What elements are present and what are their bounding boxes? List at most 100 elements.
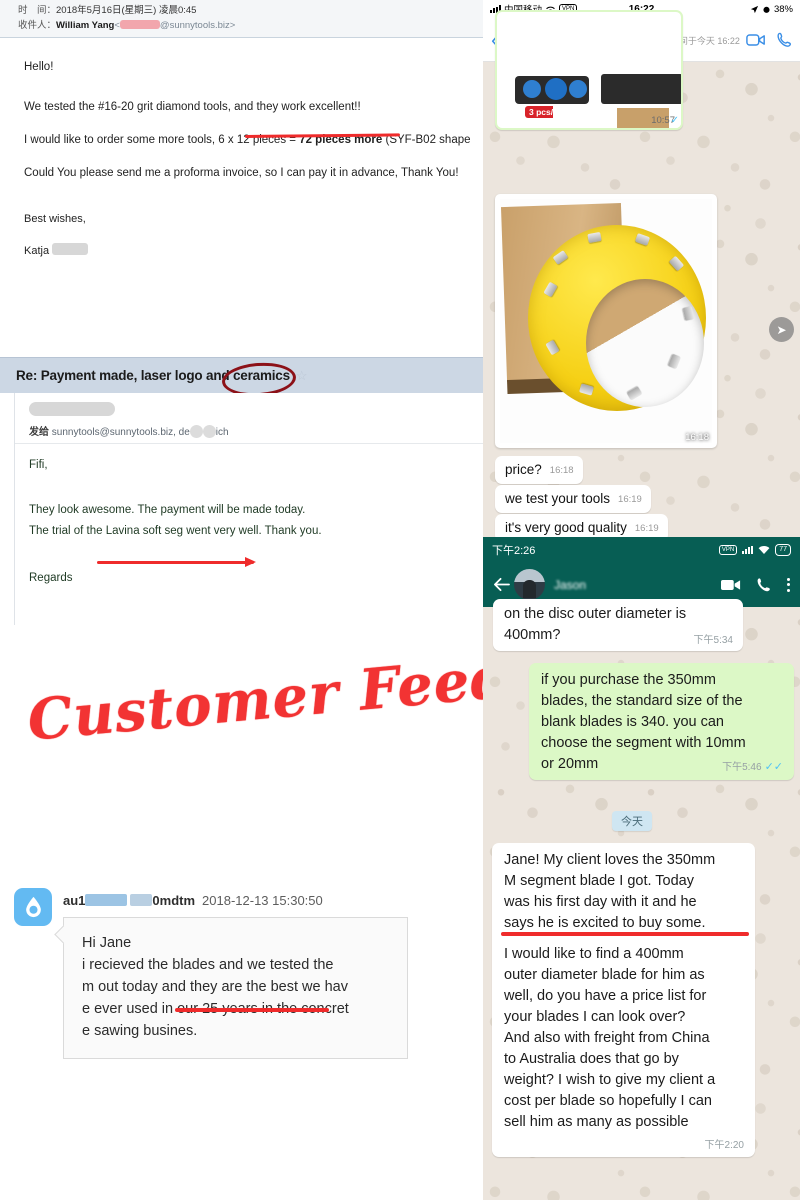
email-1-signature-name: Katja xyxy=(24,245,50,257)
feedback-line-2: m out today and they are the best we hav xyxy=(82,979,348,995)
message-time-546: 下午5:46 xyxy=(722,762,762,773)
android-chat-screenshot: 下午2:26 VPN 77 Jason on the disc outer di… xyxy=(483,537,800,1200)
message-text-inq-line-2: was his first day with it and he xyxy=(504,894,697,910)
message-text-inq-line-11: cost per blade so hopefully I can xyxy=(504,1093,712,1109)
message-text-400-row: 400mm? 下午5:34 xyxy=(504,625,733,646)
yellow-ring xyxy=(528,225,706,411)
video-call-icon[interactable] xyxy=(746,33,766,47)
forward-arrow-icon[interactable]: ➤ xyxy=(769,317,794,342)
video-call-icon-android[interactable] xyxy=(721,578,741,592)
vpn-badge-android: VPN xyxy=(718,544,738,555)
battery-percent: 38% xyxy=(773,3,793,15)
feedback-username-prefix: au1 xyxy=(63,893,86,908)
ring-photo xyxy=(500,199,712,443)
email-screenshots-column: 时 间：2018年5月16日(星期三) 凌晨0:45 收件人：William Y… xyxy=(0,0,665,1200)
message-time-row-220: 下午2:20 xyxy=(504,1135,744,1153)
email-message-2: Re: Payment made, laser logo and ceramic… xyxy=(0,357,484,625)
feedback-timestamp: 2018-12-13 15:30:50 xyxy=(202,893,323,908)
android-clock: 下午2:26 xyxy=(492,544,536,557)
message-time-220: 下午2:20 xyxy=(704,1140,744,1151)
overflow-menu-icon[interactable] xyxy=(787,577,790,592)
message-text-350-line-4: or 20mm xyxy=(541,756,599,772)
highlight-arrow-lavina xyxy=(97,557,256,567)
divider xyxy=(15,443,484,444)
location-arrow-icon xyxy=(750,5,759,13)
alarm-clock-icon xyxy=(763,6,770,13)
message-bubble-client-inquiry[interactable]: Jane! My client loves the 350mm M segmen… xyxy=(492,843,755,1157)
signal-bars-icon-android xyxy=(742,545,754,554)
redacted-recipient xyxy=(189,425,203,438)
read-receipt-icon: ✓ xyxy=(670,115,679,126)
message-text-price: price? xyxy=(505,462,542,477)
email-2-greeting: Fifi, xyxy=(29,459,48,471)
email-1-date-value: 2018年5月16日(星期三) 凌晨0:45 xyxy=(56,5,197,16)
message-time-534: 下午5:34 xyxy=(693,635,733,646)
email-1-greeting: Hello! xyxy=(24,61,54,73)
message-text-inq-line-1: M segment blade I got. Today xyxy=(504,873,694,889)
highlight-underline-excited-to-buy xyxy=(501,932,749,936)
message-bubble-350mm-answer[interactable]: if you purchase the 350mm blades, the st… xyxy=(529,663,794,780)
message-text-inq-line-7: your blades I can look over? xyxy=(504,1009,686,1025)
message-text-inq-line-12: sell him as many as possible xyxy=(504,1114,689,1130)
redacted-username-2 xyxy=(130,894,153,906)
message-time-1618-image: 16:18 xyxy=(685,432,709,443)
ios-nav-actions xyxy=(746,32,792,48)
message-text-inq-line-9: to Australia does that go by xyxy=(504,1051,679,1067)
android-status-right: VPN 77 xyxy=(718,543,791,556)
message-bubble-good-quality[interactable]: it's very good quality 16:19 xyxy=(495,514,668,537)
contact-avatar-android[interactable] xyxy=(514,569,545,600)
redacted-recipient-2 xyxy=(202,425,216,438)
product-disc-3 xyxy=(569,80,587,98)
message-text-inq-line-10: weight? I wish to give my client a xyxy=(504,1072,716,1088)
star-icon[interactable]: ☆ xyxy=(296,368,308,384)
email-1-signature: Katja xyxy=(24,243,483,258)
feedback-line-1: i recieved the blades and we tested the xyxy=(82,957,334,973)
message-text-inq-line-0: Jane! My client loves the 350mm xyxy=(504,852,716,868)
chat-screenshots-column: 中国移动 VPN 16:22 38% ‹ Candence Weber 最后上线… xyxy=(483,0,800,1200)
ios-chat-background: 3 pcs/ box 6 pcs/ box 10:57 ✓ xyxy=(483,10,800,537)
email-2-to-label: 发给 xyxy=(29,427,49,438)
screenshot-collage: 时 间：2018年5月16日(星期三) 凌晨0:45 收件人：William Y… xyxy=(0,0,800,1200)
email-1-date-label: 时 间： xyxy=(18,5,57,16)
email-2-signoff: Regards xyxy=(29,572,73,584)
email-message-1: 时 间：2018年5月16日(星期三) 凌晨0:45 收件人：William Y… xyxy=(0,0,483,290)
email-1-body: Hello! We tested the #16-20 grit diamond… xyxy=(0,46,483,258)
back-arrow-icon[interactable] xyxy=(493,577,510,592)
feedback-message-card: au1 0mdtm 2018-12-13 15:30:50 Hi Jane i re… xyxy=(0,880,440,1120)
wifi-icon-android xyxy=(758,545,770,554)
read-receipt-icon-android: ✓✓ xyxy=(764,761,783,773)
email-2-body: Fifi, They look awesome. The payment wil… xyxy=(29,455,469,589)
email-2-card: 发给 sunnytools@sunnytools.biz, de ich Fifi… xyxy=(14,393,484,625)
feedback-bubble: Hi Jane i recieved the blades and we tes… xyxy=(63,917,408,1059)
message-text-400-line-0: on the disc outer diameter is xyxy=(504,606,687,622)
contact-name-android: Jason xyxy=(554,577,587,592)
message-image-grinding-ring[interactable]: 16:18 xyxy=(495,194,717,448)
highlight-underline-best xyxy=(175,1008,329,1012)
email-1-line-3: Could You please send me a proforma invo… xyxy=(24,167,459,179)
email-2-to-value: sunnytools@sunnytools.biz, de xyxy=(51,427,190,438)
water-drop-avatar-icon xyxy=(14,888,52,926)
phone-call-icon-android[interactable] xyxy=(756,577,772,593)
message-bubble-we-test[interactable]: we test your tools 16:19 xyxy=(495,485,651,513)
email-1-date-row: 时 间：2018年5月16日(星期三) 凌晨0:45 xyxy=(18,3,483,18)
android-chat-background: on the disc outer diameter is 400mm? 下午5… xyxy=(483,599,800,1200)
message-text-350-line-1: blades, the standard size of the xyxy=(541,693,743,709)
message-bubble-price[interactable]: price? 16:18 xyxy=(495,456,583,484)
message-image-product-boxes[interactable]: 3 pcs/ box 6 pcs/ box 10:57 ✓ xyxy=(495,10,683,130)
email-1-domain: @sunnytools.biz> xyxy=(159,20,236,31)
message-text-350-line-3: choose the segment with 10mm xyxy=(541,735,746,751)
message-text-400-line-1: 400mm? xyxy=(504,627,561,643)
redacted-email-local-part xyxy=(119,20,160,29)
email-1-to-name: William Yang xyxy=(56,20,115,31)
phone-call-icon[interactable] xyxy=(777,32,792,48)
message-bubble-400mm-question[interactable]: on the disc outer diameter is 400mm? 下午5… xyxy=(493,599,743,651)
ring-hole xyxy=(586,279,704,407)
page-title-customer-feedback: Customer Feedback xyxy=(25,630,665,754)
android-status-bar: 下午2:26 VPN 77 xyxy=(483,537,800,562)
feedback-line-4: e sawing busines. xyxy=(82,1023,198,1039)
feedback-username-suffix: 0mdtm xyxy=(152,893,196,908)
feedback-meta: au1 0mdtm 2018-12-13 15:30:50 xyxy=(63,893,323,908)
redacted-signature xyxy=(52,243,89,255)
email-1-to-label: 收件人： xyxy=(18,20,57,31)
message-text-we-test: we test your tools xyxy=(505,491,611,506)
